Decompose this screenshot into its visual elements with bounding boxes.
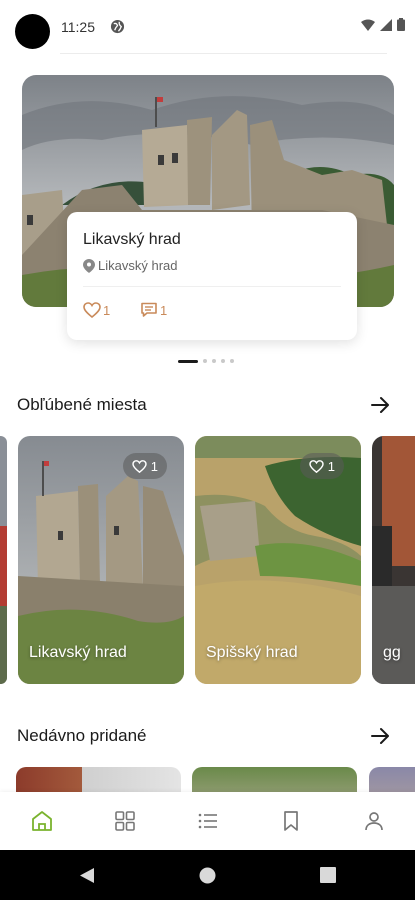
- favorites-title: Obľúbené miesta: [17, 395, 147, 414]
- card-photo: [0, 436, 7, 684]
- divider: [83, 286, 341, 287]
- like-badge[interactable]: 1: [122, 453, 167, 479]
- heart-icon: [83, 302, 101, 318]
- status-time: 11:25: [61, 19, 95, 35]
- carousel-dot[interactable]: [212, 359, 216, 363]
- hero-comments-count: 1: [160, 302, 168, 318]
- carousel-dot[interactable]: [203, 359, 207, 363]
- app-screen: 11:25 Likavský hrad Likavský hrad 1 1 Ob…: [0, 0, 415, 900]
- hero-location-text: Likavský hrad: [98, 258, 178, 273]
- comment-icon: [141, 302, 157, 317]
- hero-likes[interactable]: 1: [83, 302, 110, 318]
- like-count: 1: [150, 458, 158, 474]
- status-bar: 11:25: [0, 0, 415, 52]
- heart-icon: [132, 459, 147, 473]
- location-pin-icon: [83, 258, 95, 273]
- status-icons: [361, 18, 405, 31]
- favorite-card-partial[interactable]: [0, 436, 7, 684]
- favorite-card[interactable]: 1 Spišský hrad: [195, 436, 361, 684]
- hero-likes-count: 1: [103, 302, 111, 318]
- carousel-indicator: [178, 359, 234, 363]
- hero-title: Likavský hrad: [83, 231, 181, 248]
- bottom-nav: [0, 792, 415, 850]
- profile-icon[interactable]: [362, 809, 386, 833]
- arrow-right-icon[interactable]: [369, 725, 391, 747]
- home-button-icon[interactable]: [199, 867, 216, 884]
- list-icon[interactable]: [196, 809, 220, 833]
- recent-title: Nedávno pridané: [17, 726, 147, 745]
- back-icon[interactable]: [79, 867, 95, 884]
- camera-cutout: [15, 14, 50, 49]
- signal-icon: [380, 18, 392, 31]
- favorite-card[interactable]: 1 Likavský hrad: [18, 436, 184, 684]
- carousel-dot[interactable]: [230, 359, 234, 363]
- wifi-icon: [361, 19, 375, 31]
- bookmark-icon[interactable]: [279, 809, 303, 833]
- like-badge[interactable]: 1: [299, 453, 344, 479]
- card-label: gg: [383, 644, 401, 661]
- card-label: Spišský hrad: [206, 644, 298, 661]
- vpn-globe-icon: [110, 19, 125, 34]
- hero-comments[interactable]: 1: [140, 302, 167, 318]
- carousel-dot-active[interactable]: [178, 359, 198, 363]
- grid-icon[interactable]: [113, 809, 137, 833]
- battery-icon: [397, 18, 405, 31]
- carousel-dot[interactable]: [221, 359, 225, 363]
- heart-icon: [309, 459, 324, 473]
- hero-location: Likavský hrad: [83, 258, 177, 273]
- hero-info-card[interactable]: Likavský hrad Likavský hrad 1 1: [67, 212, 357, 340]
- home-icon[interactable]: [30, 809, 54, 833]
- arrow-right-icon[interactable]: [369, 394, 391, 416]
- divider: [60, 53, 387, 54]
- like-count: 1: [327, 458, 335, 474]
- favorite-card[interactable]: gg: [372, 436, 415, 684]
- card-label: Likavský hrad: [29, 644, 127, 661]
- system-navigation-bar: [0, 850, 415, 900]
- recents-icon[interactable]: [320, 867, 336, 883]
